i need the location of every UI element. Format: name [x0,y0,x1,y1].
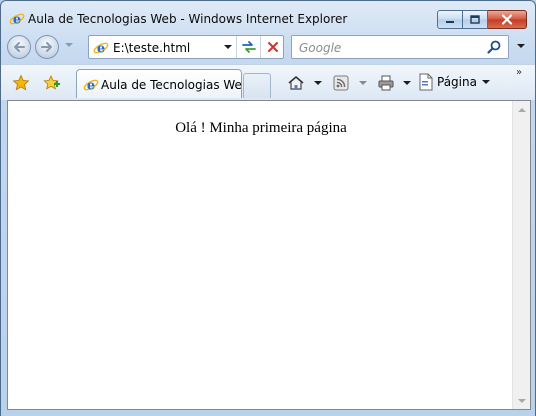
tab-label: Aula de Tecnologias Web [101,78,250,92]
refresh-icon [242,41,256,53]
navigation-bar: e E:\teste.html Google [1,32,535,62]
svg-text:e: e [97,42,105,57]
search-box[interactable]: Google [291,35,509,59]
title-bar[interactable]: e Aula de Tecnologias Web - Windows Inte… [1,1,535,31]
page-icon [419,73,433,91]
page-ie-icon: e [93,40,109,57]
page-menu-label: Página [437,75,477,89]
svg-text:e: e [13,13,21,28]
ie-logo-icon: e [9,11,25,28]
address-bar[interactable]: e E:\teste.html [88,35,284,59]
window-controls [437,10,527,29]
printer-icon [378,75,394,91]
tab-ie-icon: e [83,77,99,94]
feeds-dropdown[interactable] [359,81,367,85]
scroll-up-button[interactable] [513,101,530,118]
rss-feed-icon [333,75,349,91]
close-icon [501,14,513,25]
status-bar [1,410,535,416]
recent-pages-dropdown[interactable] [65,43,73,47]
address-dropdown[interactable] [224,45,232,49]
command-bar: e Aula de Tecnologias Web Página » [1,64,535,100]
tab-active[interactable]: e Aula de Tecnologias Web [76,69,250,98]
search-icon [487,40,501,54]
toolbar-overflow-button[interactable]: » [516,67,522,78]
add-favorites-button[interactable] [43,74,61,95]
minimize-icon [446,20,454,23]
back-button[interactable] [7,35,31,59]
maximize-button[interactable] [463,10,488,29]
home-icon [288,76,304,90]
scroll-up-arrow-icon [517,107,526,112]
favorites-button[interactable] [12,74,30,95]
back-arrow-icon [14,42,25,52]
print-dropdown[interactable] [403,81,411,85]
search-button[interactable] [486,39,502,58]
home-dropdown[interactable] [314,81,322,85]
vertical-scrollbar[interactable] [512,101,530,409]
page-menu-dropdown [481,80,490,84]
forward-button[interactable] [35,35,59,59]
search-input[interactable]: Google [299,41,341,55]
search-options-dropdown[interactable] [517,44,525,48]
address-input[interactable]: E:\teste.html [113,41,190,55]
scroll-down-arrow-icon [517,398,526,403]
page-menu-button[interactable]: Página [418,73,490,91]
minimize-button[interactable] [437,10,463,29]
page-body-text: Olá ! Minha primeira página [175,120,347,136]
scroll-down-button[interactable] [513,392,530,409]
stop-icon [268,42,278,52]
feeds-button[interactable] [333,75,349,91]
svg-text:e: e [87,79,95,94]
home-button[interactable] [287,75,305,91]
add-favorites-icon [43,75,60,90]
browser-window: e Aula de Tecnologias Web - Windows Inte… [0,0,536,416]
print-button[interactable] [377,75,395,91]
stop-button[interactable] [260,36,285,58]
refresh-button[interactable] [236,36,261,58]
new-tab-button[interactable] [243,73,271,98]
window-title: Aula de Tecnologias Web - Windows Intern… [28,12,348,26]
maximize-icon [470,15,480,24]
page-content: Olá ! Minha primeira página [7,100,531,410]
favorites-star-icon [12,74,30,91]
forward-arrow-icon [41,42,52,52]
close-button[interactable] [488,10,527,29]
